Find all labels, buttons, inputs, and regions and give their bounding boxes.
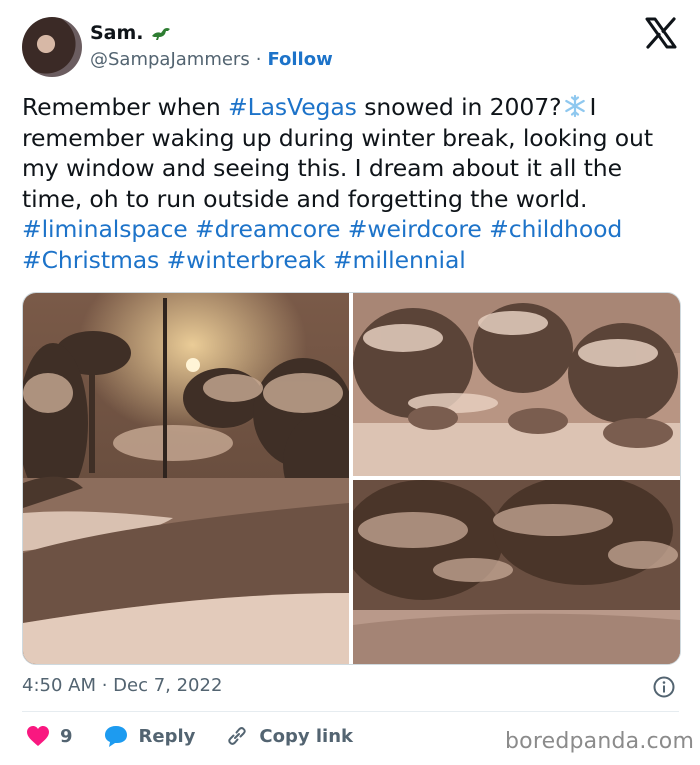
- copy-link-label: Copy link: [259, 725, 353, 747]
- info-icon[interactable]: [652, 675, 676, 699]
- timestamp[interactable]: 4:50 AM · Dec 7, 2022: [22, 675, 222, 696]
- hashtag[interactable]: #liminalspace: [22, 215, 188, 243]
- hashtag[interactable]: #winterbreak: [167, 246, 326, 274]
- link-icon: [228, 727, 247, 745]
- separator: ·: [255, 49, 262, 70]
- media-grid: [22, 292, 681, 665]
- hashtag[interactable]: #Christmas: [22, 246, 159, 274]
- x-logo-icon[interactable]: [644, 16, 678, 50]
- photo-snowy-street[interactable]: [353, 480, 680, 664]
- tweet-text-part: Remember when: [22, 93, 229, 121]
- dinosaur-icon: [151, 28, 170, 40]
- follow-button[interactable]: Follow: [267, 49, 332, 70]
- copy-link-button[interactable]: Copy link: [225, 724, 353, 748]
- hashtag[interactable]: #childhood: [489, 215, 622, 243]
- avatar[interactable]: [22, 17, 82, 77]
- tweet-text-part: snowed in 2007?: [356, 93, 562, 121]
- handle[interactable]: @SampaJammers: [90, 49, 250, 70]
- like-button[interactable]: 9: [26, 725, 73, 747]
- action-bar: 9 Reply Copy link: [22, 724, 353, 748]
- divider: [22, 711, 679, 712]
- watermark: boredpanda.com: [505, 729, 695, 754]
- handle-row: @SampaJammers · Follow: [90, 49, 333, 70]
- author-name-row[interactable]: Sam.: [90, 22, 172, 44]
- snowflake-icon: [561, 92, 589, 123]
- like-count: 9: [60, 725, 73, 747]
- tweet-text: Remember when #LasVegas snowed in 2007? I…: [22, 92, 682, 275]
- hashtag[interactable]: #millennial: [333, 246, 466, 274]
- heart-icon: [27, 726, 49, 746]
- hashtag[interactable]: #dreamcore: [195, 215, 341, 243]
- display-name[interactable]: Sam.: [90, 22, 144, 44]
- reply-icon: [104, 726, 127, 747]
- photo-snowy-road[interactable]: [23, 293, 349, 664]
- reply-label: Reply: [138, 725, 196, 747]
- reply-button[interactable]: Reply: [103, 724, 196, 748]
- hashtag[interactable]: #weirdcore: [348, 215, 482, 243]
- photo-snowy-bushes[interactable]: [353, 293, 680, 476]
- hashtag-lasvegas[interactable]: #LasVegas: [228, 93, 357, 121]
